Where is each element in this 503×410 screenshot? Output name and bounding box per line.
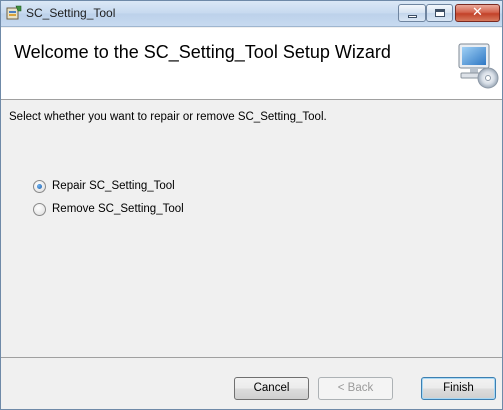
repair-radio[interactable] — [33, 179, 46, 193]
maximize-button[interactable] — [426, 4, 453, 22]
back-button[interactable]: < Back — [318, 377, 393, 400]
repair-option-label: Repair SC_Setting_Tool — [52, 180, 175, 192]
remove-radio[interactable] — [33, 202, 46, 216]
setup-wizard-window: SC_Setting_Tool ✕ Welcome to the SC_Sett… — [0, 0, 503, 410]
wizard-content: Select whether you want to repair or rem… — [1, 101, 502, 356]
minimize-icon — [408, 15, 417, 18]
page-title: Welcome to the SC_Setting_Tool Setup Wiz… — [14, 42, 391, 62]
cancel-button[interactable]: Cancel — [234, 377, 309, 400]
wizard-footer: Cancel < Back Finish — [1, 358, 502, 409]
maximize-icon — [435, 9, 445, 17]
computer-cd-icon — [458, 43, 499, 89]
close-icon: ✕ — [472, 5, 483, 20]
title-bar[interactable]: SC_Setting_Tool ✕ — [1, 1, 502, 27]
close-button[interactable]: ✕ — [455, 4, 500, 22]
minimize-button[interactable] — [398, 4, 426, 22]
remove-option[interactable]: Remove SC_Setting_Tool — [33, 201, 184, 217]
finish-button[interactable]: Finish — [421, 377, 496, 400]
remove-option-label: Remove SC_Setting_Tool — [52, 203, 184, 215]
instruction-text: Select whether you want to repair or rem… — [9, 111, 327, 123]
repair-option[interactable]: Repair SC_Setting_Tool — [33, 178, 175, 194]
installer-app-icon — [6, 5, 22, 20]
wizard-banner: Welcome to the SC_Setting_Tool Setup Wiz… — [1, 28, 502, 100]
window-title: SC_Setting_Tool — [26, 6, 116, 20]
